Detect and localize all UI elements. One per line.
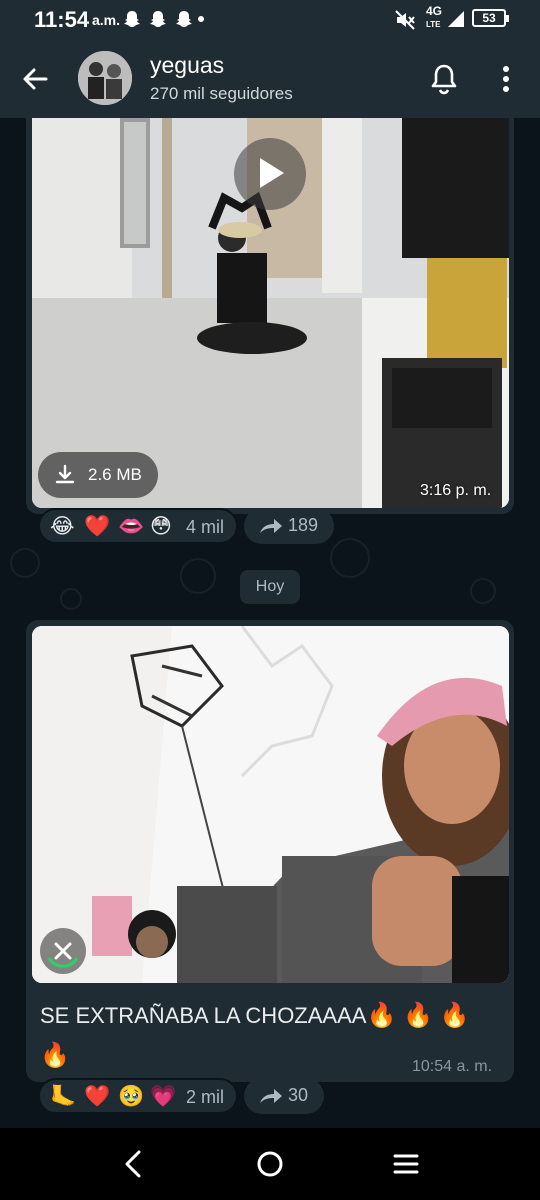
snapchat-ghost-icon — [176, 11, 192, 27]
reaction-emoji: 🦶 — [50, 1085, 77, 1108]
download-icon — [55, 464, 75, 484]
forward-count: 30 — [288, 1085, 309, 1105]
follower-count: 270 mil seguidores — [150, 84, 293, 103]
forward-count-pill[interactable]: 189 — [244, 508, 334, 544]
caption-emojis: 🔥 🔥 🔥 — [366, 1002, 470, 1029]
reaction-emoji: 😳 — [150, 515, 172, 538]
channel-header: yeguas 270 mil seguidores — [0, 40, 540, 118]
caption-emojis: 🔥 — [40, 1042, 70, 1069]
back-arrow-icon[interactable] — [18, 62, 52, 96]
reaction-emoji: 👄 — [118, 515, 145, 538]
cancel-download-button[interactable] — [40, 928, 86, 974]
bell-icon[interactable] — [428, 62, 460, 96]
reaction-emoji: 😂 — [50, 515, 75, 538]
reaction-emoji: 💗 — [150, 1085, 177, 1108]
caption-text: SE EXTRAÑABA LA CHOZAAAA — [40, 1003, 367, 1028]
play-button[interactable] — [234, 138, 306, 210]
reaction-emoji: ❤️ — [84, 515, 111, 538]
reaction-count: 4 mil — [186, 517, 225, 537]
forward-count: 189 — [288, 515, 319, 535]
reaction-count: 2 mil — [186, 1087, 225, 1107]
status-ampm: a.m. — [92, 12, 121, 28]
wallpaper-doodle — [60, 588, 82, 610]
channel-title[interactable]: yeguas — [150, 52, 224, 79]
message-time: 3:16 p. m. — [420, 482, 492, 499]
forward-count-pill[interactable]: 30 — [244, 1078, 324, 1114]
signal-icon — [448, 11, 464, 27]
mute-icon — [395, 10, 415, 30]
status-time: 11:54 — [34, 7, 90, 32]
image-attachment[interactable] — [32, 626, 509, 983]
snapchat-ghost-icon — [124, 11, 140, 27]
wallpaper-doodle — [180, 558, 216, 594]
snapchat-ghost-icon — [150, 11, 166, 27]
nav-recents-icon[interactable] — [390, 1148, 422, 1180]
battery-icon: 53 — [472, 9, 509, 27]
message-time: 10:54 a. m. — [412, 1058, 493, 1075]
more-notifications-dot — [198, 16, 204, 22]
status-bar: 11:54 a.m. 4G LTE 53 — [0, 0, 540, 40]
download-button[interactable]: 2.6 MB — [38, 452, 158, 498]
wallpaper-doodle — [10, 548, 40, 578]
system-nav-bar — [0, 1128, 540, 1200]
reaction-emoji: 🥹 — [118, 1085, 145, 1108]
wallpaper-doodle — [470, 578, 496, 604]
forward-icon — [260, 519, 282, 533]
wallpaper-doodle — [330, 538, 370, 578]
more-options-icon[interactable] — [494, 64, 518, 94]
network-type: 4G LTE — [426, 4, 443, 29]
channel-avatar[interactable] — [78, 51, 132, 105]
reactions-pill[interactable]: 😂 ❤️ 👄 😳 4 mil — [38, 508, 238, 544]
close-icon — [47, 942, 79, 968]
play-icon — [260, 158, 284, 188]
reaction-emoji: ❤️ — [84, 1085, 111, 1108]
forward-icon — [260, 1089, 282, 1103]
date-divider: Hoy — [240, 570, 300, 604]
nav-back-icon[interactable] — [118, 1148, 150, 1180]
nav-home-icon[interactable] — [254, 1148, 286, 1180]
reactions-pill[interactable]: 🦶 ❤️ 🥹 💗 2 mil — [38, 1078, 238, 1114]
download-size: 2.6 MB — [88, 465, 142, 484]
